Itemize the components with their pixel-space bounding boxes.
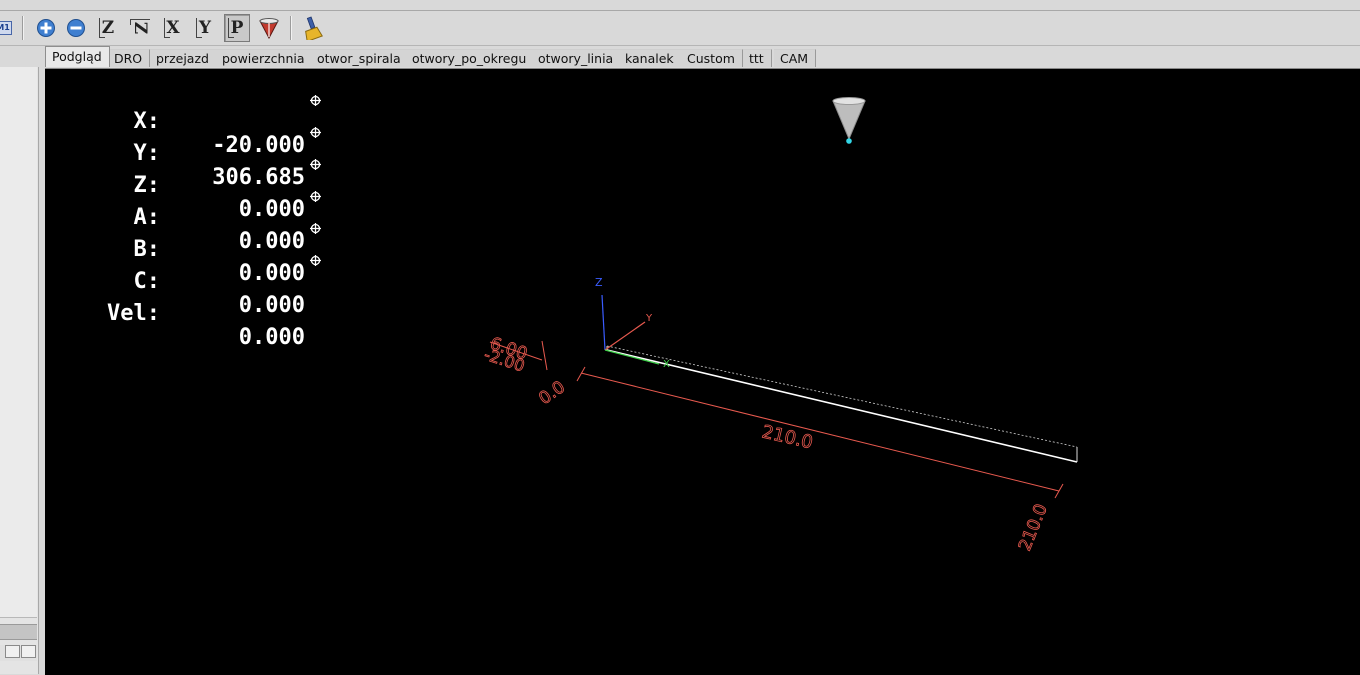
zoom-in-button[interactable]	[33, 14, 59, 42]
view-y-icon: Y	[195, 17, 215, 39]
window-top-strip	[0, 0, 1360, 11]
toggle-tool-display-button[interactable]	[256, 14, 282, 42]
zoom-out-icon	[67, 19, 85, 37]
axis-y-label: Y	[645, 313, 653, 324]
view-perspective-button[interactable]: P	[224, 14, 250, 42]
left-panel-button[interactable]	[5, 645, 20, 658]
left-panel-button[interactable]	[21, 645, 36, 658]
tab-otwory-linia[interactable]: otwory_linia	[532, 49, 622, 67]
zoom-out-button[interactable]	[63, 14, 89, 42]
axis-z-label: Z	[595, 276, 603, 289]
view-perspective-icon: P	[227, 17, 247, 39]
tool-cone-icon	[259, 18, 279, 40]
axis-triad	[601, 294, 660, 365]
left-side-panel	[0, 67, 39, 674]
tab-bar: Podgląd DRO przejazd powierzchnia otwor_…	[42, 46, 1360, 67]
zoom-in-icon	[37, 19, 55, 37]
axis-x-label: X	[663, 359, 670, 370]
tab-cam[interactable]: CAM	[774, 49, 817, 67]
tab-otwory-po-okregu[interactable]: otwory_po_okregu	[406, 49, 535, 67]
left-panel-content	[0, 67, 37, 618]
view-x-icon: X	[163, 17, 183, 39]
origin-label: 0.0	[535, 377, 569, 409]
preview-viewport[interactable]: X: -20.000 Y: 306.685 Z: 0.000 A: 0.000 …	[45, 68, 1360, 675]
view-z-rotated-icon: Z	[129, 18, 151, 38]
preview-3d-scene: 6.00 -2.00 210.0 0.0 210.0 Z Y X	[481, 97, 1078, 554]
y-length-label: 210.0	[1015, 501, 1052, 554]
x-length-label: 210.0	[760, 421, 815, 453]
view-z-icon: Z	[98, 17, 118, 39]
left-panel-controls	[0, 645, 37, 661]
clear-backplot-button[interactable]	[300, 14, 326, 42]
x-dimension-line	[576, 366, 1064, 499]
tab-ttt[interactable]: ttt	[743, 49, 772, 67]
toolpath	[606, 345, 1078, 463]
view-z-button[interactable]: Z	[95, 14, 121, 42]
tool-position-marker	[832, 97, 866, 144]
view-x-button[interactable]: X	[160, 14, 186, 42]
toolbar-separator	[290, 16, 292, 40]
tab-otwor-spirala[interactable]: otwor_spirala	[311, 49, 409, 67]
tab-powierzchnia[interactable]: powierzchnia	[216, 49, 313, 67]
toolbar-separator	[22, 16, 24, 40]
tab-kanalek[interactable]: kanalek	[619, 49, 682, 67]
view-z-rotated-button[interactable]: Z	[127, 14, 153, 42]
tab-przejazd[interactable]: przejazd	[150, 49, 217, 67]
brush-icon	[305, 16, 323, 40]
left-panel-scrollbar[interactable]	[0, 624, 37, 640]
machine-button-label: M1	[0, 21, 12, 35]
machine-button[interactable]: M1	[0, 14, 14, 42]
tab-dro[interactable]: DRO	[108, 49, 151, 67]
tab-podglad[interactable]: Podgląd	[45, 46, 110, 67]
tab-custom[interactable]: Custom	[681, 49, 743, 67]
view-y-button[interactable]: Y	[192, 14, 218, 42]
toolbar: M1 Z Z X Y P	[0, 11, 1360, 46]
